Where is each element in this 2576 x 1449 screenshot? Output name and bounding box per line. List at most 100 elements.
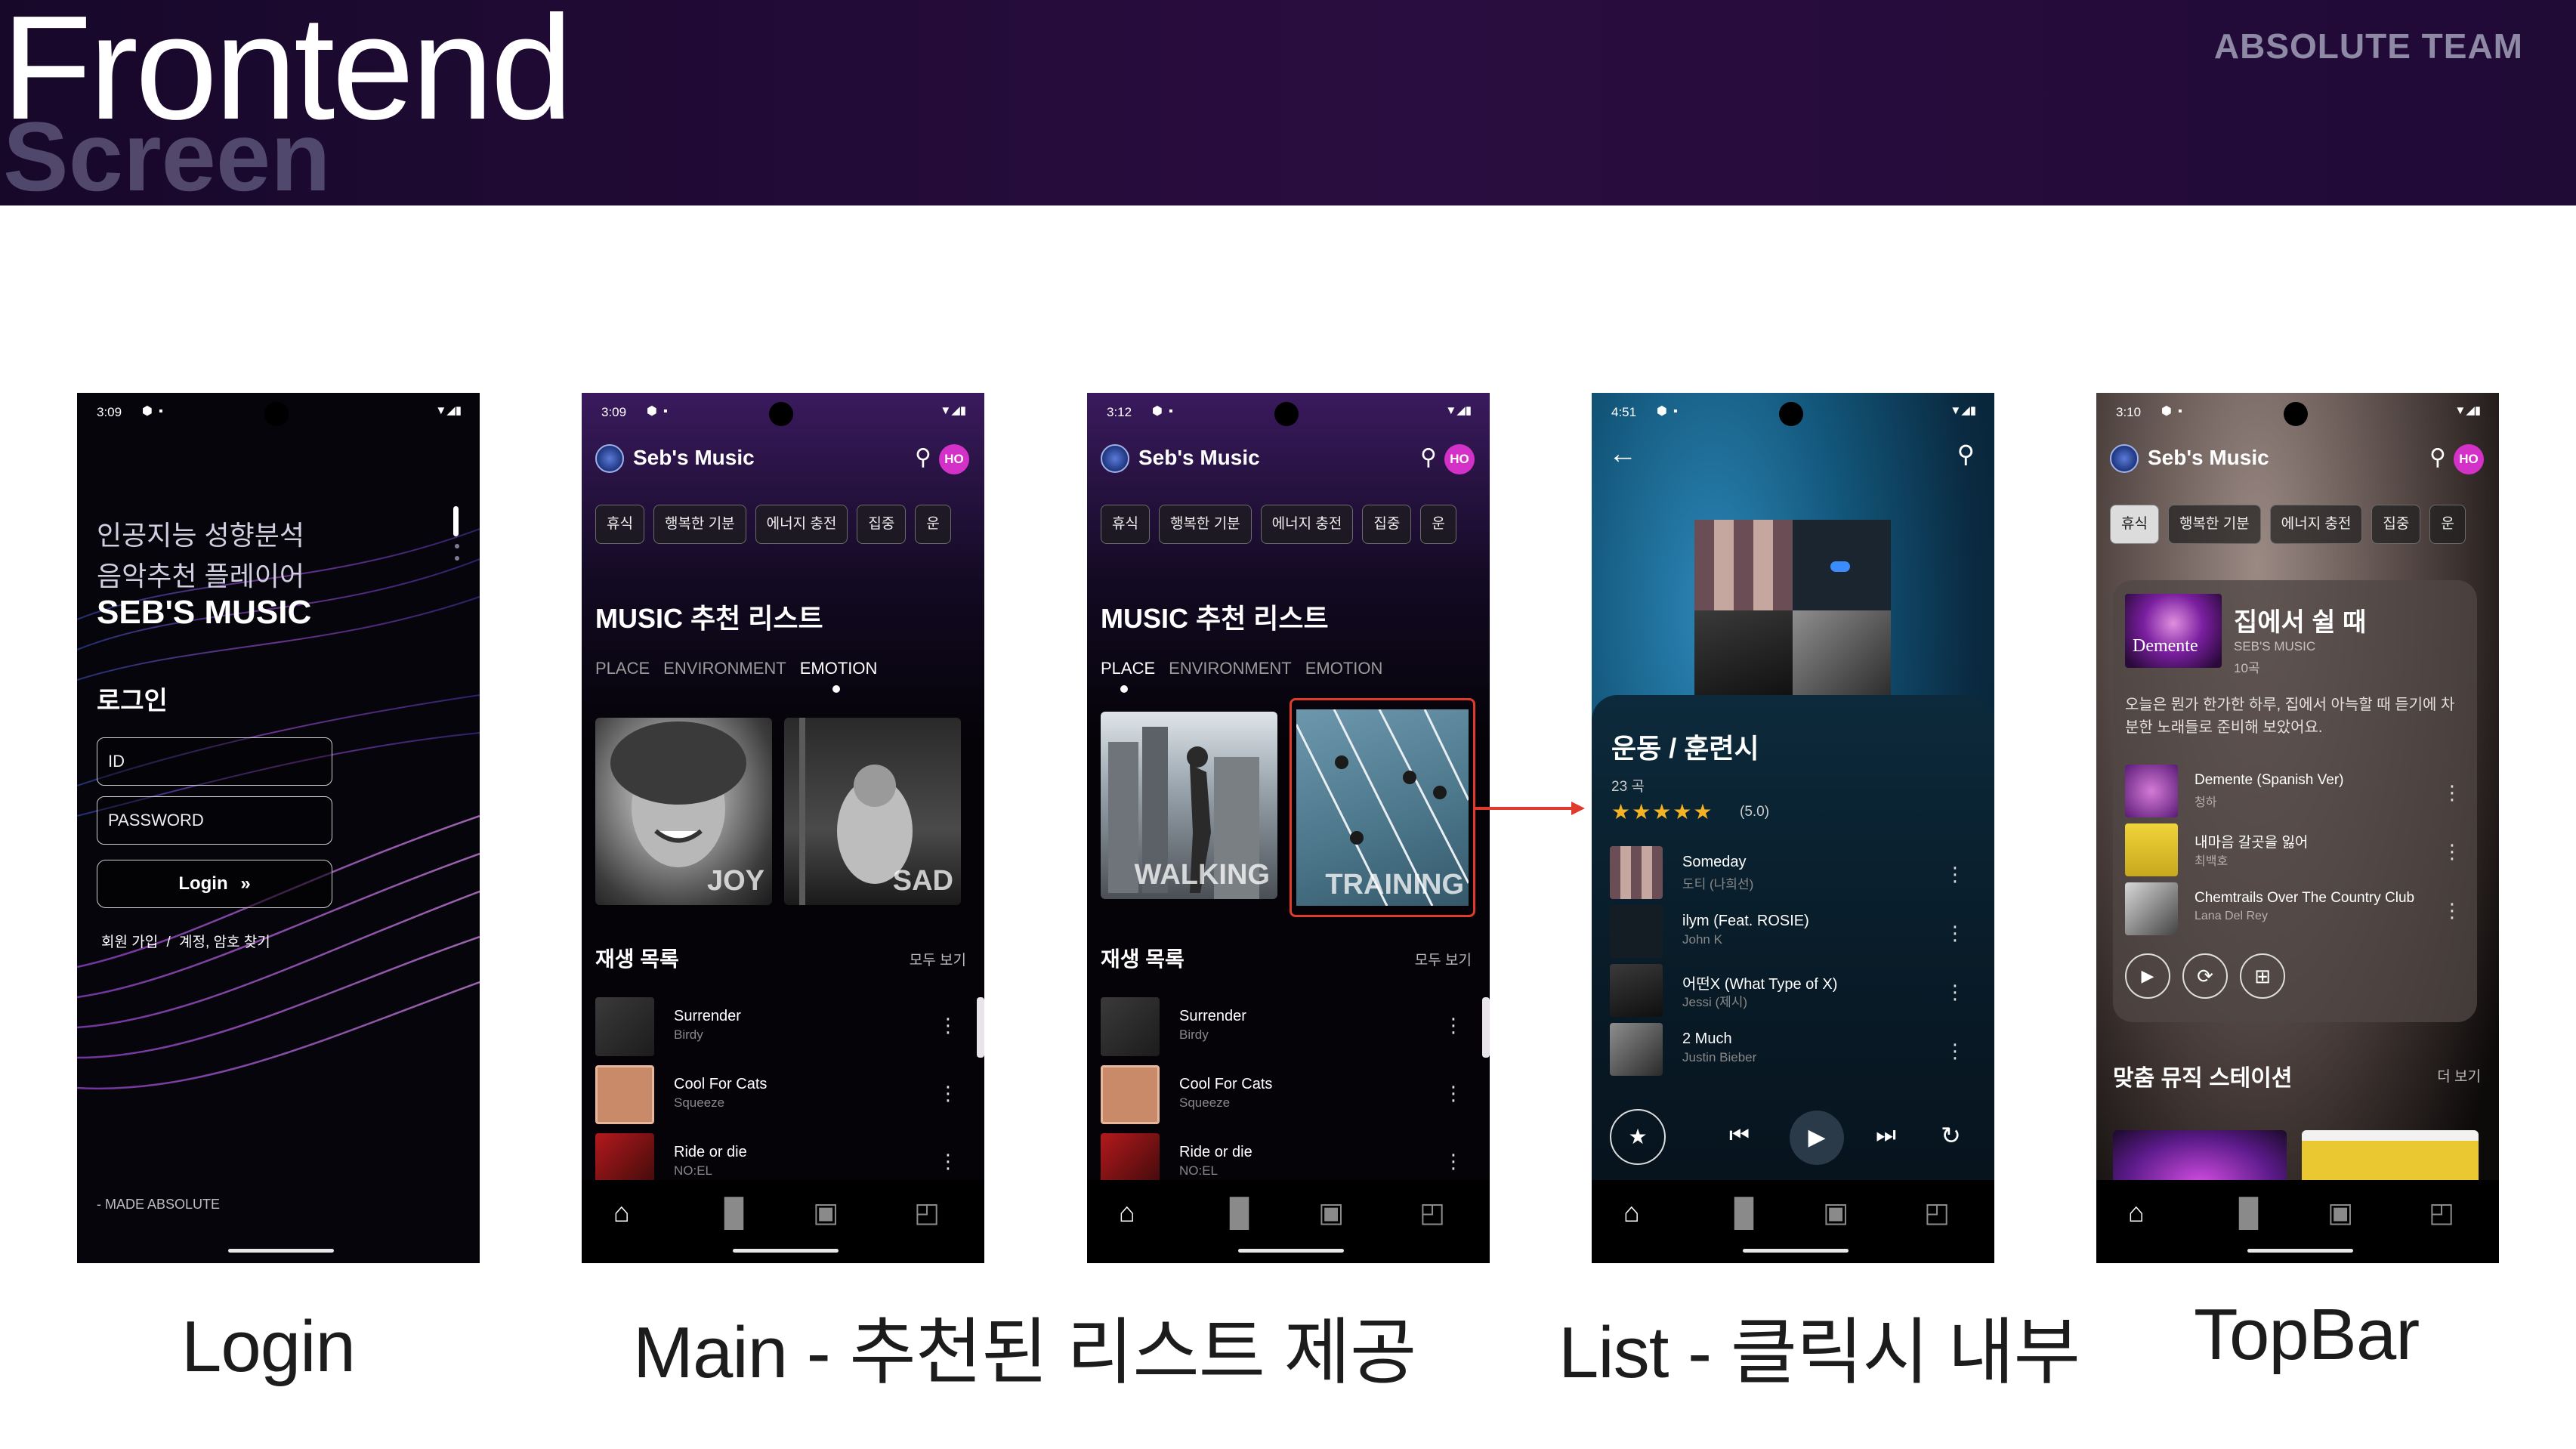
card-walking[interactable]: WALKING [1101,712,1277,899]
song-artist: NO:EL [674,1163,713,1178]
chart-icon[interactable]: ▐▌ [1220,1197,1259,1228]
tab-place[interactable]: PLACE [1101,659,1155,678]
mood-playlist-card[interactable]: Demente 집에서 쉴 때 SEB'S MUSIC 10곡 오늘은 뭔가 한… [2113,580,2477,1022]
search-icon[interactable]: ⚲ [2429,444,2446,471]
home-icon[interactable]: ⌂ [1119,1197,1135,1228]
tab-place[interactable]: PLACE [595,659,650,678]
find-account-link[interactable]: 계정, 암호 찾기 [179,935,270,950]
card-sad[interactable]: SAD [784,718,961,905]
chip-focus[interactable]: 집중 [857,505,907,544]
kebab-menu-icon[interactable]: ⋮ [1945,922,1965,945]
library-icon[interactable]: ▣ [1318,1197,1344,1228]
more-link[interactable]: 더 보기 [2437,1065,2481,1086]
kebab-menu-icon[interactable]: ⋮ [2442,781,2462,805]
chip-more[interactable]: 운 [2429,505,2466,544]
star-icon[interactable]: ★ [1610,1109,1666,1165]
station-card[interactable] [2113,1130,2287,1183]
tab-environment[interactable]: ENVIRONMENT [1169,659,1292,678]
song-row[interactable]: Surrender Birdy ⋮ [595,997,973,1058]
kebab-menu-icon[interactable]: ⋮ [1444,1082,1463,1105]
station-card[interactable] [2302,1130,2479,1183]
playlist-icon[interactable]: ◰ [2429,1197,2454,1228]
card-training-highlighted[interactable]: TRAINING [1290,698,1475,917]
home-icon[interactable]: ⌂ [2128,1197,2145,1228]
chip-rest[interactable]: 휴식 [2110,505,2159,544]
shuffle-icon[interactable]: ⟳ [2182,953,2228,999]
avatar[interactable]: HO [939,444,969,474]
see-all-link[interactable]: 모두 보기 [910,949,966,969]
repeat-icon[interactable]: ↻ [1941,1121,1961,1150]
chip-focus[interactable]: 집중 [2371,505,2421,544]
song-artist: Birdy [1179,1027,1209,1042]
chip-energy[interactable]: 에너지 충전 [2269,505,2363,544]
login-button[interactable]: Login » [97,860,332,908]
app-logo [2110,444,2139,473]
card-joy[interactable]: JOY [595,718,772,905]
skip-previous-icon[interactable]: ⏮ [1729,1123,1750,1148]
chip-happy[interactable]: 행복한 기분 [653,505,746,544]
chip-more[interactable]: 운 [915,505,951,544]
kebab-menu-icon[interactable]: ⋮ [1945,981,1965,1004]
song-row[interactable]: 2 Much Justin Bieber ⋮ [1610,1023,1980,1080]
home-icon[interactable]: ⌂ [613,1197,630,1228]
kebab-menu-icon[interactable]: ⋮ [938,1014,958,1037]
chip-happy[interactable]: 행복한 기분 [2167,505,2261,544]
kebab-menu-icon[interactable]: ⋮ [2442,840,2462,864]
playlist-cover-collage [1694,520,1891,701]
song-row[interactable]: Someday 도티 (나희선) ⋮ [1610,846,1980,904]
kebab-menu-icon[interactable]: ⋮ [1444,1150,1463,1173]
tab-emotion[interactable]: EMOTION [800,659,878,678]
tab-emotion[interactable]: EMOTION [1305,659,1383,678]
skip-next-icon[interactable]: ⏭ [1876,1123,1896,1148]
scroll-dot [455,544,459,548]
tab-environment[interactable]: ENVIRONMENT [663,659,786,678]
add-to-library-icon[interactable]: ⊞ [2240,953,2285,999]
avatar[interactable]: HO [2454,444,2484,474]
kebab-menu-icon[interactable]: ⋮ [938,1082,958,1105]
kebab-menu-icon[interactable]: ⋮ [1945,863,1965,886]
library-icon[interactable]: ▣ [1823,1197,1849,1228]
song-row[interactable]: ilym (Feat. ROSIE) John K ⋮ [1610,905,1980,962]
chip-rest[interactable]: 휴식 [1101,505,1150,544]
password-field[interactable]: PASSWORD [97,796,332,845]
chip-energy[interactable]: 에너지 충전 [755,505,848,544]
playlist-icon[interactable]: ◰ [1419,1197,1445,1228]
chip-rest[interactable]: 휴식 [595,505,644,544]
library-icon[interactable]: ▣ [813,1197,839,1228]
chip-focus[interactable]: 집중 [1362,505,1412,544]
chart-icon[interactable]: ▐▌ [1725,1197,1763,1228]
chart-icon[interactable]: ▐▌ [2229,1197,2268,1228]
id-field[interactable]: ID [97,737,332,786]
song-row[interactable]: 내마음 갈곳을 잃어 최백호 ⋮ [2125,823,2465,878]
player-controls: ★ ⏮ ▶ ⏭ ↻ [1610,1109,1980,1169]
search-icon[interactable]: ⚲ [1420,444,1437,471]
chip-more[interactable]: 운 [1420,505,1456,544]
kebab-menu-icon[interactable]: ⋮ [2442,899,2462,922]
play-icon[interactable]: ▶ [1790,1111,1844,1165]
search-icon[interactable]: ⚲ [915,444,931,471]
back-arrow-icon[interactable]: ← [1608,438,1637,471]
song-row[interactable]: Demente (Spanish Ver) 청하 ⋮ [2125,765,2465,819]
play-icon[interactable]: ▶ [2125,953,2170,999]
chip-happy[interactable]: 행복한 기분 [1158,505,1252,544]
signup-link[interactable]: 회원 가입 [101,935,158,950]
kebab-menu-icon[interactable]: ⋮ [1945,1040,1965,1063]
search-icon[interactable]: ⚲ [1957,440,1975,468]
library-icon[interactable]: ▣ [2327,1197,2353,1228]
header-banner: Screen Frontend ABSOLUTE TEAM [0,0,2576,205]
kebab-menu-icon[interactable]: ⋮ [938,1150,958,1173]
song-row[interactable]: Cool For Cats Squeeze ⋮ [595,1065,973,1126]
song-row[interactable]: Surrender Birdy ⋮ [1101,997,1478,1058]
see-all-link[interactable]: 모두 보기 [1415,949,1472,969]
app-logo [595,444,624,473]
playlist-icon[interactable]: ◰ [1924,1197,1950,1228]
kebab-menu-icon[interactable]: ⋮ [1444,1014,1463,1037]
home-icon[interactable]: ⌂ [1623,1197,1640,1228]
avatar[interactable]: HO [1444,444,1475,474]
song-row[interactable]: Cool For Cats Squeeze ⋮ [1101,1065,1478,1126]
song-row[interactable]: 어떤X (What Type of X) Jessi (제시) ⋮ [1610,964,1980,1021]
chip-energy[interactable]: 에너지 충전 [1260,505,1354,544]
chart-icon[interactable]: ▐▌ [715,1197,753,1228]
playlist-icon[interactable]: ◰ [914,1197,940,1228]
song-row[interactable]: Chemtrails Over The Country Club Lana De… [2125,882,2465,937]
